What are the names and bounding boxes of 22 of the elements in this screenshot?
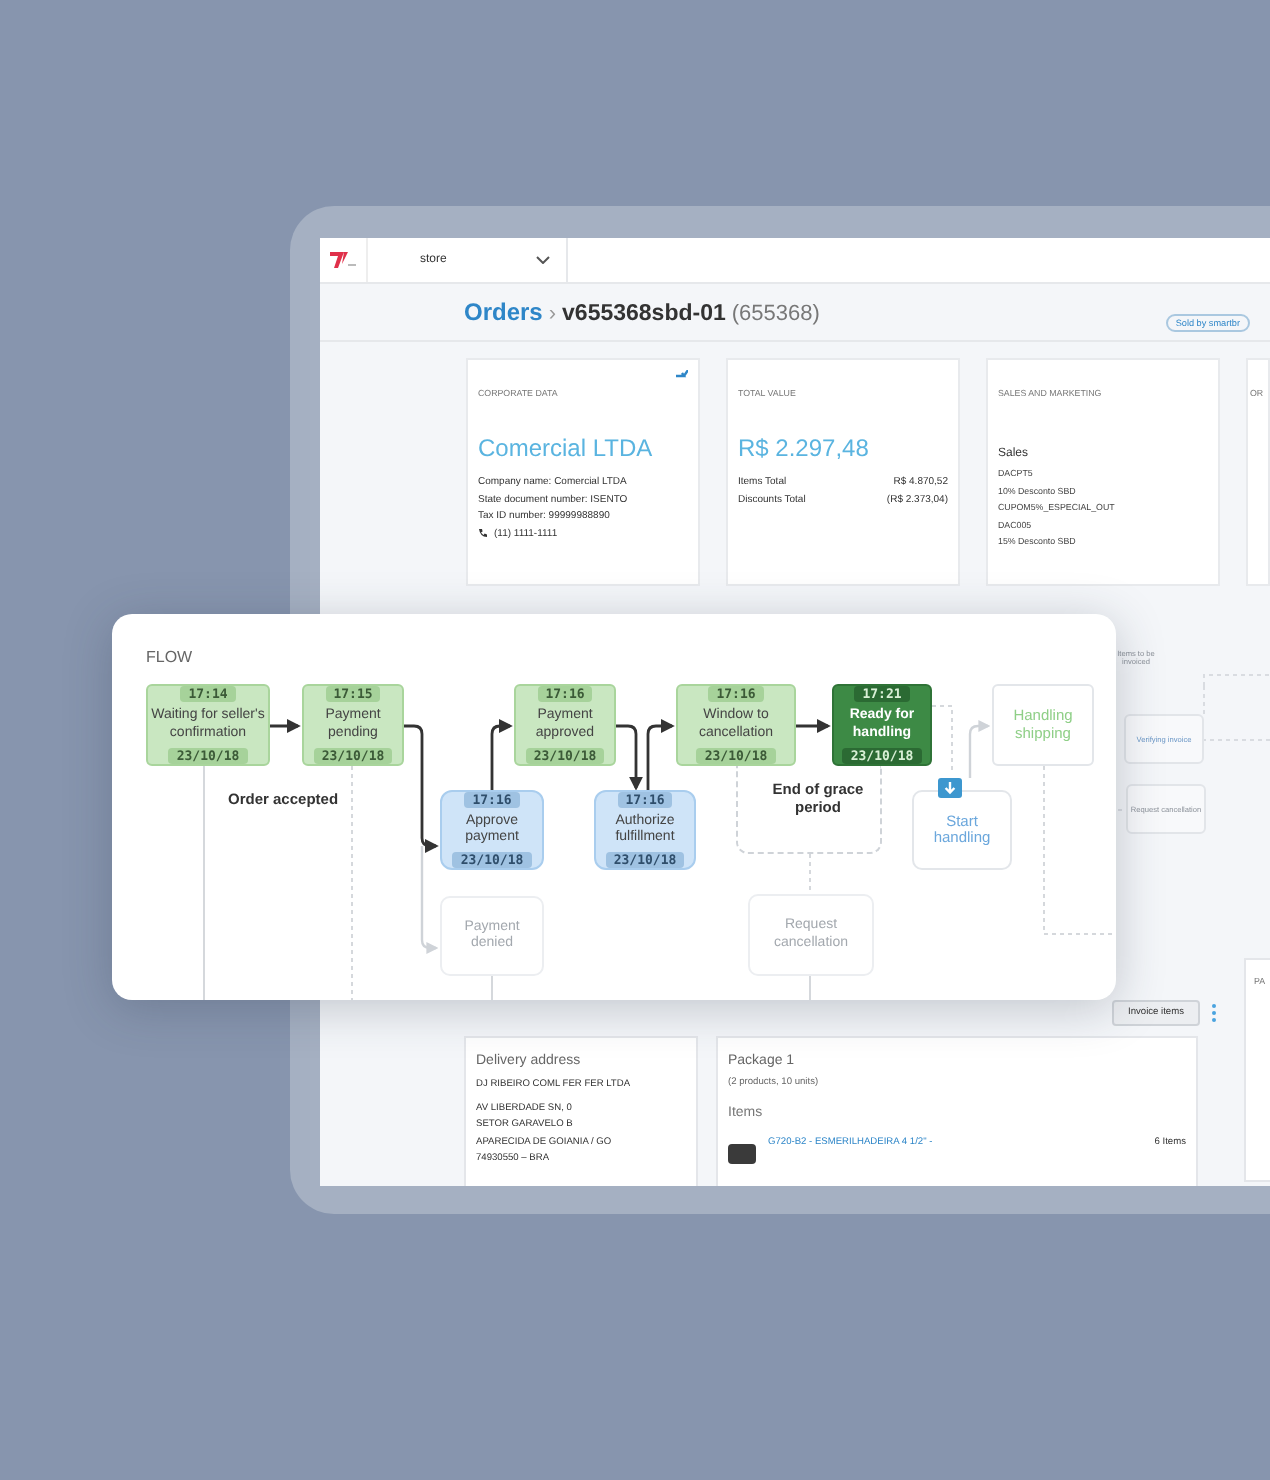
order-number: (655368) — [731, 302, 820, 326]
connector-arrow — [270, 719, 301, 733]
logo-icon — [330, 252, 356, 268]
company-name: Comercial LTDA — [478, 434, 655, 462]
connector-arrow — [646, 719, 675, 790]
chevron-down-icon — [536, 256, 550, 264]
connector-arrow — [796, 719, 831, 733]
connector-line — [809, 975, 811, 1000]
connector-line — [931, 705, 953, 775]
connector-arrow — [616, 724, 643, 791]
connector-line — [491, 975, 493, 1000]
connector-arrow — [490, 719, 513, 790]
section-title: FLOW — [146, 648, 193, 666]
order-id: v655368sbd-01 — [562, 302, 726, 326]
breadcrumb-link[interactable]: Orders — [464, 298, 543, 326]
breadcrumb-separator: › — [548, 302, 557, 326]
product-thumbnail — [728, 1144, 756, 1164]
corner-arrow-icon — [676, 370, 688, 378]
download-icon[interactable] — [938, 778, 962, 798]
connector-arrow — [968, 720, 991, 778]
total-value: R$ 2.297,48 — [738, 434, 871, 462]
phone-icon — [478, 528, 488, 539]
